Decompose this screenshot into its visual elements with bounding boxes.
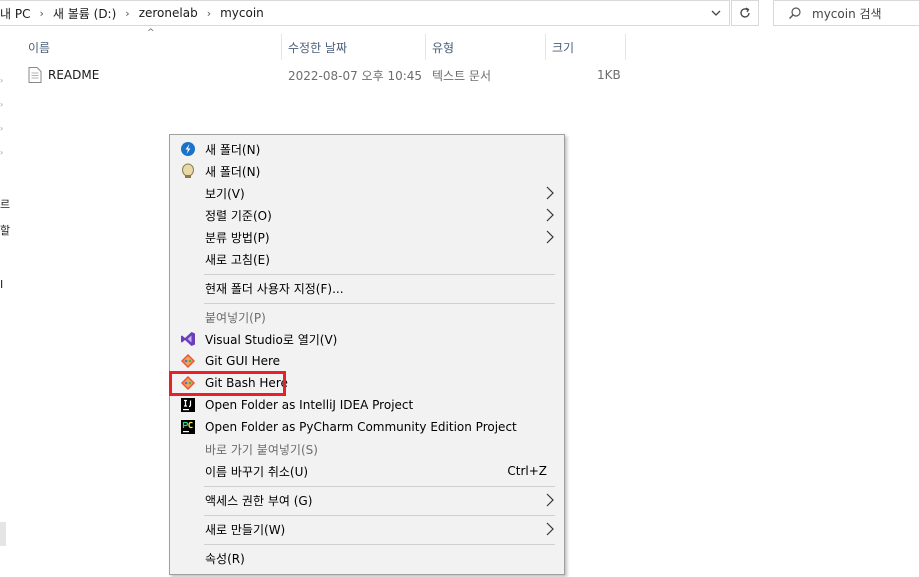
menu-item-label: 현재 폴더 사용자 지정(F)... (205, 281, 344, 296)
chevron-right-icon (546, 230, 554, 244)
menu-item-label: 액세스 권한 부여 (G) (205, 493, 313, 508)
chevron-down-icon[interactable] (709, 6, 723, 20)
menu-item-new-folder-alt[interactable]: 새 폴더(N) (171, 160, 563, 182)
menu-item-give-access[interactable]: 액세스 권한 부여 (G) (171, 489, 563, 511)
file-size: 1KB (597, 68, 621, 82)
menu-item-open-pycharm[interactable]: Open Folder as PyCharm Community Edition… (171, 416, 563, 438)
column-header-modified[interactable]: 수정한 날짜 (288, 34, 347, 60)
refresh-icon (740, 7, 750, 18)
menu-item-paste[interactable]: 붙여넣기(P) (171, 306, 563, 328)
breadcrumb: 내 PC › 새 볼륨 (D:) › zeronelab › mycoin (0, 5, 264, 22)
git-bash-highlight-box (169, 371, 286, 396)
menu-separator (204, 274, 555, 275)
search-icon (789, 7, 801, 19)
column-header-size[interactable]: 크기 (552, 34, 574, 60)
column-divider[interactable] (281, 34, 282, 60)
menu-item-git-gui-here[interactable]: Git GUI Here (171, 350, 563, 372)
breadcrumb-separator-icon[interactable]: › (125, 7, 129, 20)
intellij-icon (181, 398, 195, 412)
menu-item-sort-by[interactable]: 정렬 기준(O) (171, 204, 563, 226)
menu-item-open-intellij[interactable]: Open Folder as IntelliJ IDEA Project (171, 394, 563, 416)
column-divider[interactable] (425, 34, 426, 60)
menu-separator (204, 486, 555, 487)
nav-item-fragment[interactable]: I (0, 278, 3, 291)
menu-item-label: Git GUI Here (205, 354, 281, 368)
navigation-pane: › › › › 르 할 I (0, 26, 10, 577)
menu-item-properties[interactable]: 속성(R) (171, 547, 563, 569)
menu-item-label: Visual Studio로 열기(V) (205, 332, 338, 347)
menu-item-label: 보기(V) (205, 186, 245, 201)
nav-selected-item[interactable] (0, 522, 6, 546)
file-type: 텍스트 문서 (432, 68, 492, 83)
chevron-right-icon[interactable]: › (0, 100, 3, 109)
menu-item-label: 분류 방법(P) (205, 230, 270, 245)
menu-item-label: Open Folder as IntelliJ IDEA Project (205, 398, 414, 412)
breadcrumb-zeronelab[interactable]: zeronelab (139, 6, 198, 20)
git-gui-icon (181, 354, 195, 368)
menu-separator (204, 515, 555, 516)
breadcrumb-separator-icon[interactable]: › (207, 7, 211, 20)
column-divider[interactable] (545, 34, 546, 60)
menu-item-refresh[interactable]: 새로 고침(E) (171, 248, 563, 270)
file-name: README (48, 68, 100, 82)
menu-item-group-by[interactable]: 분류 방법(P) (171, 226, 563, 248)
chevron-right-icon[interactable]: › (0, 76, 3, 85)
search-box[interactable]: mycoin 검색 (773, 0, 919, 26)
chevron-right-icon (546, 522, 554, 536)
search-input[interactable]: mycoin 검색 (812, 5, 882, 22)
menu-item-label: 바로 가기 붙여넣기(S) (205, 442, 318, 457)
context-menu: 새 폴더(N) 새 폴더(N) 보기(V) 정렬 기준(O) 분류 방법(P) … (169, 134, 565, 575)
menu-item-paste-shortcut[interactable]: 바로 가기 붙여넣기(S) (171, 438, 563, 460)
visual-studio-icon (181, 332, 195, 346)
menu-item-label: 새로 만들기(W) (205, 522, 286, 537)
menu-item-label: 새로 고침(E) (205, 252, 270, 267)
file-row[interactable]: README (28, 66, 99, 84)
chevron-right-icon (546, 208, 554, 222)
menu-item-customize-folder[interactable]: 현재 폴더 사용자 지정(F)... (171, 277, 563, 299)
column-divider[interactable] (625, 34, 626, 60)
menu-separator (204, 303, 555, 304)
column-header-name[interactable]: 이름 (28, 34, 50, 60)
menu-item-view[interactable]: 보기(V) (171, 182, 563, 204)
menu-item-shortcut: Ctrl+Z (507, 464, 547, 478)
file-modified: 2022-08-07 오후 10:45 (288, 68, 423, 83)
menu-item-new-folder[interactable]: 새 폴더(N) (171, 138, 563, 160)
chevron-right-icon (546, 493, 554, 507)
breadcrumb-this-pc[interactable]: 내 PC (0, 5, 30, 22)
menu-item-new[interactable]: 새로 만들기(W) (171, 518, 563, 540)
menu-separator (204, 544, 555, 545)
breadcrumb-mycoin[interactable]: mycoin (220, 6, 264, 20)
nav-item-fragment[interactable]: 할 (0, 222, 10, 238)
menu-item-label: 속성(R) (205, 551, 245, 566)
chevron-right-icon (546, 186, 554, 200)
chevron-right-icon[interactable]: › (0, 148, 3, 157)
menu-item-open-visual-studio[interactable]: Visual Studio로 열기(V) (171, 328, 563, 350)
menu-item-label: 이름 바꾸기 취소(U) (205, 464, 309, 479)
new-folder-blue-icon (181, 142, 195, 156)
refresh-button[interactable] (731, 0, 759, 26)
menu-item-undo-rename[interactable]: 이름 바꾸기 취소(U) Ctrl+Z (171, 460, 563, 482)
pycharm-icon (181, 420, 195, 434)
breadcrumb-volume-d[interactable]: 새 볼륨 (D:) (53, 5, 116, 22)
breadcrumb-separator-icon[interactable]: › (39, 7, 43, 20)
text-document-icon (28, 67, 42, 83)
menu-item-label: 붙여넣기(P) (205, 310, 266, 325)
menu-item-label: 새 폴더(N) (205, 142, 261, 157)
menu-item-label: 정렬 기준(O) (205, 208, 272, 223)
nav-item-fragment[interactable]: 르 (0, 196, 10, 212)
new-folder-alt-icon (182, 163, 194, 178)
menu-item-label: Open Folder as PyCharm Community Edition… (205, 420, 517, 434)
menu-item-label: 새 폴더(N) (205, 164, 261, 179)
sort-ascending-icon: ^ (147, 28, 155, 38)
address-bar[interactable]: 내 PC › 새 볼륨 (D:) › zeronelab › mycoin (0, 0, 730, 26)
column-header-type[interactable]: 유형 (432, 34, 454, 60)
chevron-right-icon[interactable]: › (0, 124, 3, 133)
